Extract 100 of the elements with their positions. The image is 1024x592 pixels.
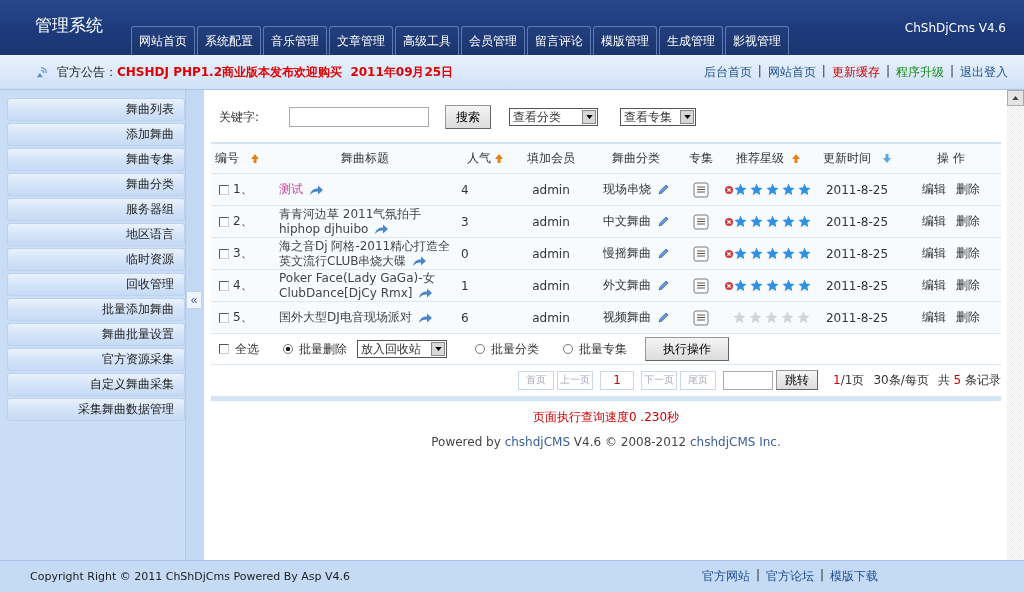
nav-tab[interactable]: 留言评论 — [527, 26, 591, 55]
action-link[interactable]: 删除 — [956, 309, 980, 326]
sidebar-item[interactable]: 回收管理 — [7, 273, 185, 296]
scrollbar[interactable] — [1007, 90, 1024, 560]
category-link[interactable]: 现场串烧 — [603, 181, 651, 198]
pencil-icon[interactable] — [657, 183, 669, 196]
star-icon[interactable] — [750, 247, 763, 260]
song-title-link[interactable]: 青青河边草 2011气氛拍手hiphop djhuibo — [279, 206, 451, 237]
sidebar-item[interactable]: 地区语言 — [7, 223, 185, 246]
header-link[interactable]: 程序升级 — [895, 63, 944, 81]
pencil-icon[interactable] — [657, 279, 669, 292]
action-link[interactable]: 删除 — [956, 213, 980, 230]
clear-rating-icon[interactable] — [725, 279, 733, 292]
star-icon[interactable] — [750, 215, 763, 228]
nav-tab[interactable]: 文章管理 — [329, 26, 393, 55]
category-link[interactable]: 慢摇舞曲 — [603, 245, 651, 262]
star-icon[interactable] — [733, 311, 746, 324]
clear-rating-icon[interactable] — [725, 247, 733, 260]
list-icon[interactable] — [693, 277, 709, 294]
star-icon[interactable] — [782, 215, 795, 228]
action-link[interactable]: 编辑 — [922, 181, 946, 198]
radio-button[interactable] — [475, 344, 485, 354]
star-icon[interactable] — [750, 183, 763, 196]
sidebar-item[interactable]: 添加舞曲 — [7, 123, 185, 146]
clear-rating-icon[interactable] — [725, 215, 733, 228]
header-link[interactable]: 更新缓存 — [831, 63, 880, 81]
footer-link[interactable]: 官方网站 — [701, 568, 750, 585]
star-rating[interactable] — [734, 215, 811, 228]
row-checkbox[interactable] — [219, 184, 229, 195]
star-icon[interactable] — [766, 183, 779, 196]
list-icon[interactable] — [693, 181, 709, 198]
nav-tab[interactable]: 高级工具 — [395, 26, 459, 55]
star-icon[interactable] — [782, 279, 795, 292]
filter-select[interactable]: 查看专集 — [620, 108, 696, 126]
category-link[interactable]: 外文舞曲 — [603, 277, 651, 294]
action-link[interactable]: 删除 — [956, 245, 980, 262]
star-rating[interactable] — [734, 183, 811, 196]
execute-button[interactable]: 执行操作 — [645, 337, 729, 361]
song-title-link[interactable]: Poker Face(Lady GaGa)-女ClubDance[DjCy Rmx] — [279, 270, 451, 301]
sort-up-icon[interactable] — [792, 154, 800, 163]
star-icon[interactable] — [734, 247, 747, 260]
page-field[interactable] — [723, 370, 774, 390]
action-link[interactable]: 编辑 — [922, 245, 946, 262]
song-title-link[interactable]: 海之音Dj 阿格-2011精心打造全英文流行CLUB串烧大碟 — [279, 238, 451, 269]
sidebar-item[interactable]: 舞曲分类 — [7, 173, 185, 196]
action-link[interactable]: 编辑 — [922, 309, 946, 326]
star-icon[interactable] — [765, 311, 778, 324]
sidebar-item[interactable]: 舞曲批量设置 — [7, 323, 185, 346]
sidebar-item[interactable]: 官方资源采集 — [7, 348, 185, 371]
share-arrow-icon[interactable] — [374, 224, 389, 234]
star-icon[interactable] — [734, 215, 747, 228]
pencil-icon[interactable] — [657, 215, 669, 228]
list-icon[interactable] — [693, 309, 709, 326]
nav-tab[interactable]: 生成管理 — [659, 26, 723, 55]
sort-up-icon[interactable] — [251, 154, 259, 163]
star-icon[interactable] — [766, 279, 779, 292]
category-link[interactable]: 中文舞曲 — [603, 213, 651, 230]
list-icon[interactable] — [693, 213, 709, 230]
filter-select[interactable]: 查看分类 — [509, 108, 598, 126]
target-select[interactable]: 放入回收站 — [357, 340, 447, 358]
nav-tab[interactable]: 系统配置 — [197, 26, 261, 55]
select-all-checkbox[interactable] — [219, 344, 229, 354]
song-title-link[interactable]: 测试 — [279, 182, 323, 197]
header-link[interactable]: 网站首页 — [767, 63, 816, 81]
star-icon[interactable] — [750, 279, 763, 292]
star-icon[interactable] — [798, 247, 811, 260]
star-rating[interactable] — [734, 247, 811, 260]
search-button[interactable]: 搜索 — [445, 105, 491, 129]
footer-link[interactable]: 模版下载 — [830, 568, 878, 585]
share-arrow-icon[interactable] — [417, 312, 432, 323]
action-link[interactable]: 删除 — [956, 277, 980, 294]
star-icon[interactable] — [766, 215, 779, 228]
radio-button[interactable] — [563, 344, 573, 354]
header-link[interactable]: 退出登入 — [960, 63, 1008, 81]
star-icon[interactable] — [734, 183, 747, 196]
nav-tab[interactable]: 影视管理 — [725, 26, 789, 55]
share-arrow-icon[interactable] — [418, 288, 433, 298]
row-checkbox[interactable] — [219, 216, 229, 227]
clear-rating-icon[interactable] — [725, 183, 733, 196]
star-icon[interactable] — [798, 279, 811, 292]
star-rating[interactable] — [733, 311, 810, 324]
sidebar-item[interactable]: 舞曲专集 — [7, 148, 185, 171]
pager-button[interactable]: 1 — [600, 370, 635, 390]
nav-tab[interactable]: 网站首页 — [131, 26, 195, 55]
sidebar-item[interactable]: 服务器组 — [7, 198, 185, 221]
scroll-up-button[interactable] — [1007, 90, 1024, 106]
star-icon[interactable] — [798, 215, 811, 228]
footer-link[interactable]: 官方论坛 — [765, 568, 814, 585]
star-icon[interactable] — [782, 247, 795, 260]
star-icon[interactable] — [797, 311, 810, 324]
up-arrow-icon[interactable] — [1012, 96, 1019, 100]
category-link[interactable]: 视频舞曲 — [603, 309, 651, 326]
collapse-button[interactable]: « — [186, 291, 202, 309]
star-icon[interactable] — [798, 183, 811, 196]
action-link[interactable]: 删除 — [956, 181, 980, 198]
radio-button[interactable] — [283, 344, 293, 354]
row-checkbox[interactable] — [219, 312, 229, 323]
list-icon[interactable] — [693, 245, 709, 262]
star-icon[interactable] — [782, 183, 795, 196]
star-icon[interactable] — [734, 279, 747, 292]
